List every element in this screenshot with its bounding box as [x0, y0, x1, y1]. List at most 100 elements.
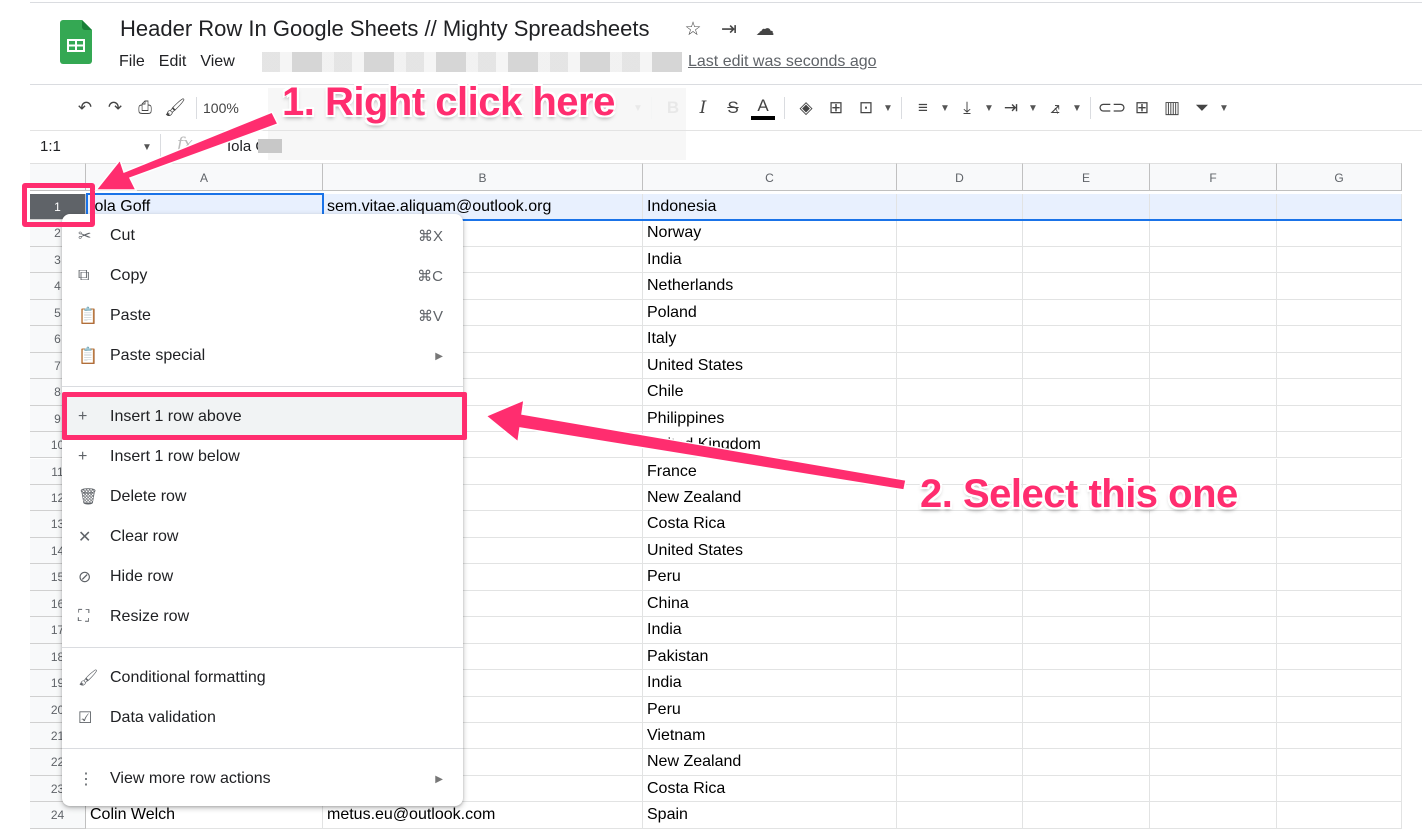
menu-item-paste-special[interactable]: 📋 Paste special ▶ [62, 336, 463, 376]
cell-e2[interactable] [1023, 220, 1150, 247]
menu-file[interactable]: File [119, 53, 145, 71]
cell-c6[interactable]: Italy [643, 326, 897, 353]
cell-f3[interactable] [1150, 246, 1277, 274]
cell-d14[interactable] [897, 537, 1023, 565]
cell-e15[interactable] [1023, 564, 1150, 591]
cell-e21[interactable] [1023, 723, 1150, 750]
cell-f22[interactable] [1150, 749, 1277, 776]
menu-item-clear-row[interactable]: ✕ Clear row [62, 517, 463, 557]
cell-d22[interactable] [897, 749, 1023, 776]
cell-d7[interactable] [897, 352, 1023, 380]
column-header-a[interactable]: A [86, 163, 323, 191]
menu-item-copy[interactable]: ⧉ Copy ⌘C [62, 256, 463, 296]
cell-g13[interactable] [1277, 511, 1402, 538]
star-icon[interactable]: ☆ [682, 18, 704, 41]
name-box[interactable]: 1:1 [40, 138, 61, 155]
cell-e19[interactable] [1023, 670, 1150, 697]
cell-e24[interactable] [1023, 802, 1150, 829]
cell-f20[interactable] [1150, 696, 1277, 723]
cell-d17[interactable] [897, 617, 1023, 644]
cell-f4[interactable] [1150, 273, 1277, 300]
cell-c15[interactable]: Peru [643, 564, 897, 591]
column-header-f[interactable]: F [1150, 163, 1277, 191]
cell-g9[interactable] [1277, 405, 1402, 433]
cell-d23[interactable] [897, 775, 1023, 803]
cell-d9[interactable] [897, 405, 1023, 433]
cell-f6[interactable] [1150, 326, 1277, 353]
cell-d24[interactable] [897, 802, 1023, 829]
cell-g1[interactable] [1277, 194, 1402, 221]
menu-item-hide-row[interactable]: ⊘ Hide row [62, 557, 463, 597]
zoom-select[interactable]: 100% [203, 100, 243, 116]
last-edit-link[interactable]: Last edit was seconds ago [688, 53, 877, 71]
cell-g21[interactable] [1277, 723, 1402, 750]
menu-item-paste[interactable]: 📋 Paste ⌘V [62, 296, 463, 336]
cell-c19[interactable]: India [643, 670, 897, 697]
cell-f18[interactable] [1150, 643, 1277, 671]
cell-c23[interactable]: Costa Rica [643, 775, 897, 803]
text-wrap-icon[interactable]: ⇥ [996, 98, 1026, 118]
merge-caret-icon[interactable]: ▼ [881, 103, 895, 114]
cell-f2[interactable] [1150, 220, 1277, 247]
cell-c14[interactable]: United States [643, 537, 897, 565]
cell-f24[interactable] [1150, 802, 1277, 829]
cell-e9[interactable] [1023, 405, 1150, 433]
cell-e6[interactable] [1023, 326, 1150, 353]
cell-f17[interactable] [1150, 617, 1277, 644]
cell-g17[interactable] [1277, 617, 1402, 644]
cell-e1[interactable] [1023, 194, 1150, 221]
move-to-folder-icon[interactable]: ⇥ [718, 18, 740, 41]
cell-f8[interactable] [1150, 379, 1277, 406]
cell-c4[interactable]: Netherlands [643, 273, 897, 300]
cell-d21[interactable] [897, 723, 1023, 750]
horizontal-align-icon[interactable]: ≡ [908, 98, 938, 118]
row-header[interactable]: 24 [30, 802, 86, 829]
cell-c24[interactable]: Spain [643, 802, 897, 829]
cell-c8[interactable]: Chile [643, 379, 897, 406]
cell-d5[interactable] [897, 299, 1023, 327]
cell-f5[interactable] [1150, 299, 1277, 327]
print-icon[interactable]: ⎙ [130, 98, 160, 118]
cell-g2[interactable] [1277, 220, 1402, 247]
cell-g15[interactable] [1277, 564, 1402, 591]
cell-g16[interactable] [1277, 590, 1402, 618]
cell-f9[interactable] [1150, 405, 1277, 433]
cell-d15[interactable] [897, 564, 1023, 591]
cell-c13[interactable]: Costa Rica [643, 511, 897, 538]
cell-e8[interactable] [1023, 379, 1150, 406]
vertical-align-icon[interactable]: ⤓ [952, 98, 982, 118]
menu-view[interactable]: View [200, 53, 234, 71]
cell-g22[interactable] [1277, 749, 1402, 776]
cell-f10[interactable] [1150, 432, 1277, 459]
cell-g5[interactable] [1277, 299, 1402, 327]
cell-e18[interactable] [1023, 643, 1150, 671]
cell-a24[interactable]: Colin Welch [86, 802, 323, 829]
cell-f21[interactable] [1150, 723, 1277, 750]
cell-e22[interactable] [1023, 749, 1150, 776]
fill-color-icon[interactable]: ◈ [791, 98, 821, 118]
cloud-saved-icon[interactable]: ☁ [754, 18, 776, 41]
cell-f15[interactable] [1150, 564, 1277, 591]
column-header-d[interactable]: D [897, 163, 1023, 191]
insert-comment-icon[interactable]: ⊞ [1127, 98, 1157, 118]
text-color-icon[interactable]: A [751, 96, 775, 120]
menu-item-view-more-row-actions[interactable]: ⋮ View more row actions ▶ [62, 759, 463, 799]
cell-g11[interactable] [1277, 458, 1402, 485]
filter-icon[interactable]: ⏷ [1187, 98, 1217, 118]
menu-item-delete-row[interactable]: 🗑 Delete row [62, 477, 463, 517]
sheets-logo-icon[interactable] [60, 20, 92, 64]
cell-g10[interactable] [1277, 432, 1402, 459]
cell-g12[interactable] [1277, 484, 1402, 512]
cell-d16[interactable] [897, 590, 1023, 618]
redo-icon[interactable]: ↷ [100, 98, 130, 118]
cell-c11[interactable]: France [643, 458, 897, 485]
cell-c5[interactable]: Poland [643, 299, 897, 327]
cell-g8[interactable] [1277, 379, 1402, 406]
cell-g14[interactable] [1277, 537, 1402, 565]
cell-f19[interactable] [1150, 670, 1277, 697]
strikethrough-icon[interactable]: S [718, 98, 748, 118]
cell-c1[interactable]: Indonesia [643, 194, 897, 221]
column-header-e[interactable]: E [1023, 163, 1150, 191]
menu-item-data-validation[interactable]: ☑ Data validation [62, 698, 463, 738]
cell-e23[interactable] [1023, 775, 1150, 803]
